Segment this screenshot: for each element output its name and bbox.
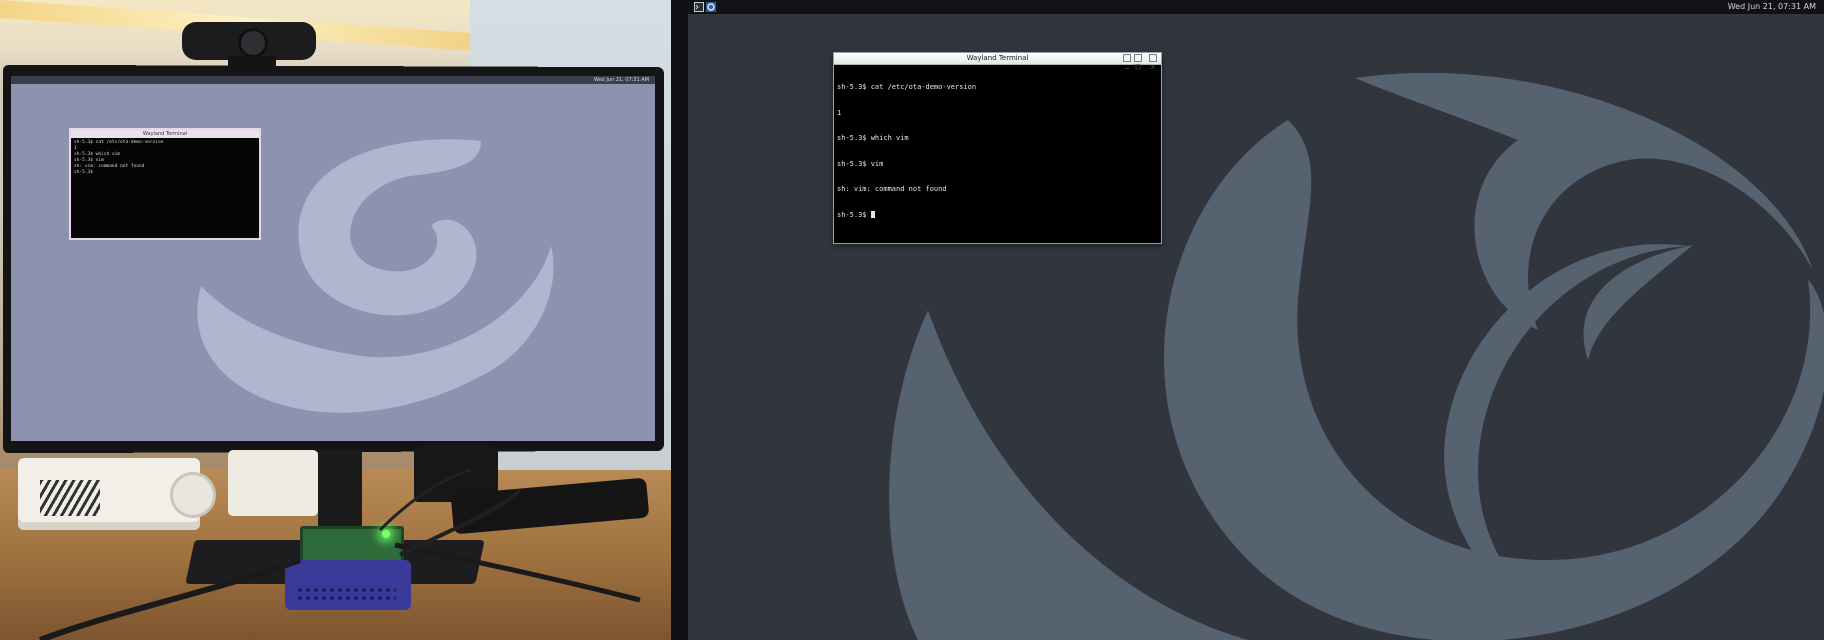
terminal-output[interactable]: sh-5.3$ cat /etc/ota-demo-version 1 sh-5… [837, 66, 1158, 240]
maximize-button[interactable] [1134, 54, 1142, 70]
terminal-line: sh-5.3$ vim [837, 159, 884, 168]
terminal-line: sh-5.3$ cat /etc/ota-demo-version [837, 83, 977, 91]
terminal-prompt: sh-5.3$ [837, 210, 871, 219]
photo-of-monitor-setup: Wed Jun 21, 07:31 AM Wayland Terminal sh… [0, 0, 671, 640]
terminal-window[interactable]: Wayland Terminal sh-5.3$ cat /etc/ota-de… [834, 53, 1161, 243]
close-button[interactable] [1149, 54, 1157, 70]
terminal-line: 1 [837, 108, 842, 117]
minimize-button[interactable] [1123, 54, 1131, 69]
terminal-cursor [870, 210, 875, 218]
top-panel: Wed Jun 21, 07:31 AM [688, 0, 1824, 14]
image-divider [671, 0, 688, 640]
terminal-prompt-line[interactable]: sh-5.3$ [837, 210, 1158, 220]
terminal-title: Wayland Terminal [966, 54, 1029, 62]
cables [38, 468, 641, 640]
terminal-line: sh: vim: command not found [837, 185, 947, 193]
panel-clock: Wed Jun 21, 07:31 AM [1727, 2, 1816, 11]
terminal-icon[interactable] [694, 2, 704, 12]
terminal-line: sh-5.3$ which vim [837, 134, 909, 142]
terminal-titlebar[interactable]: Wayland Terminal [834, 53, 1161, 70]
desktop: Wed Jun 21, 07:31 AM Wayland Terminal sh… [688, 0, 1824, 640]
app-launcher-icon[interactable] [706, 2, 716, 12]
